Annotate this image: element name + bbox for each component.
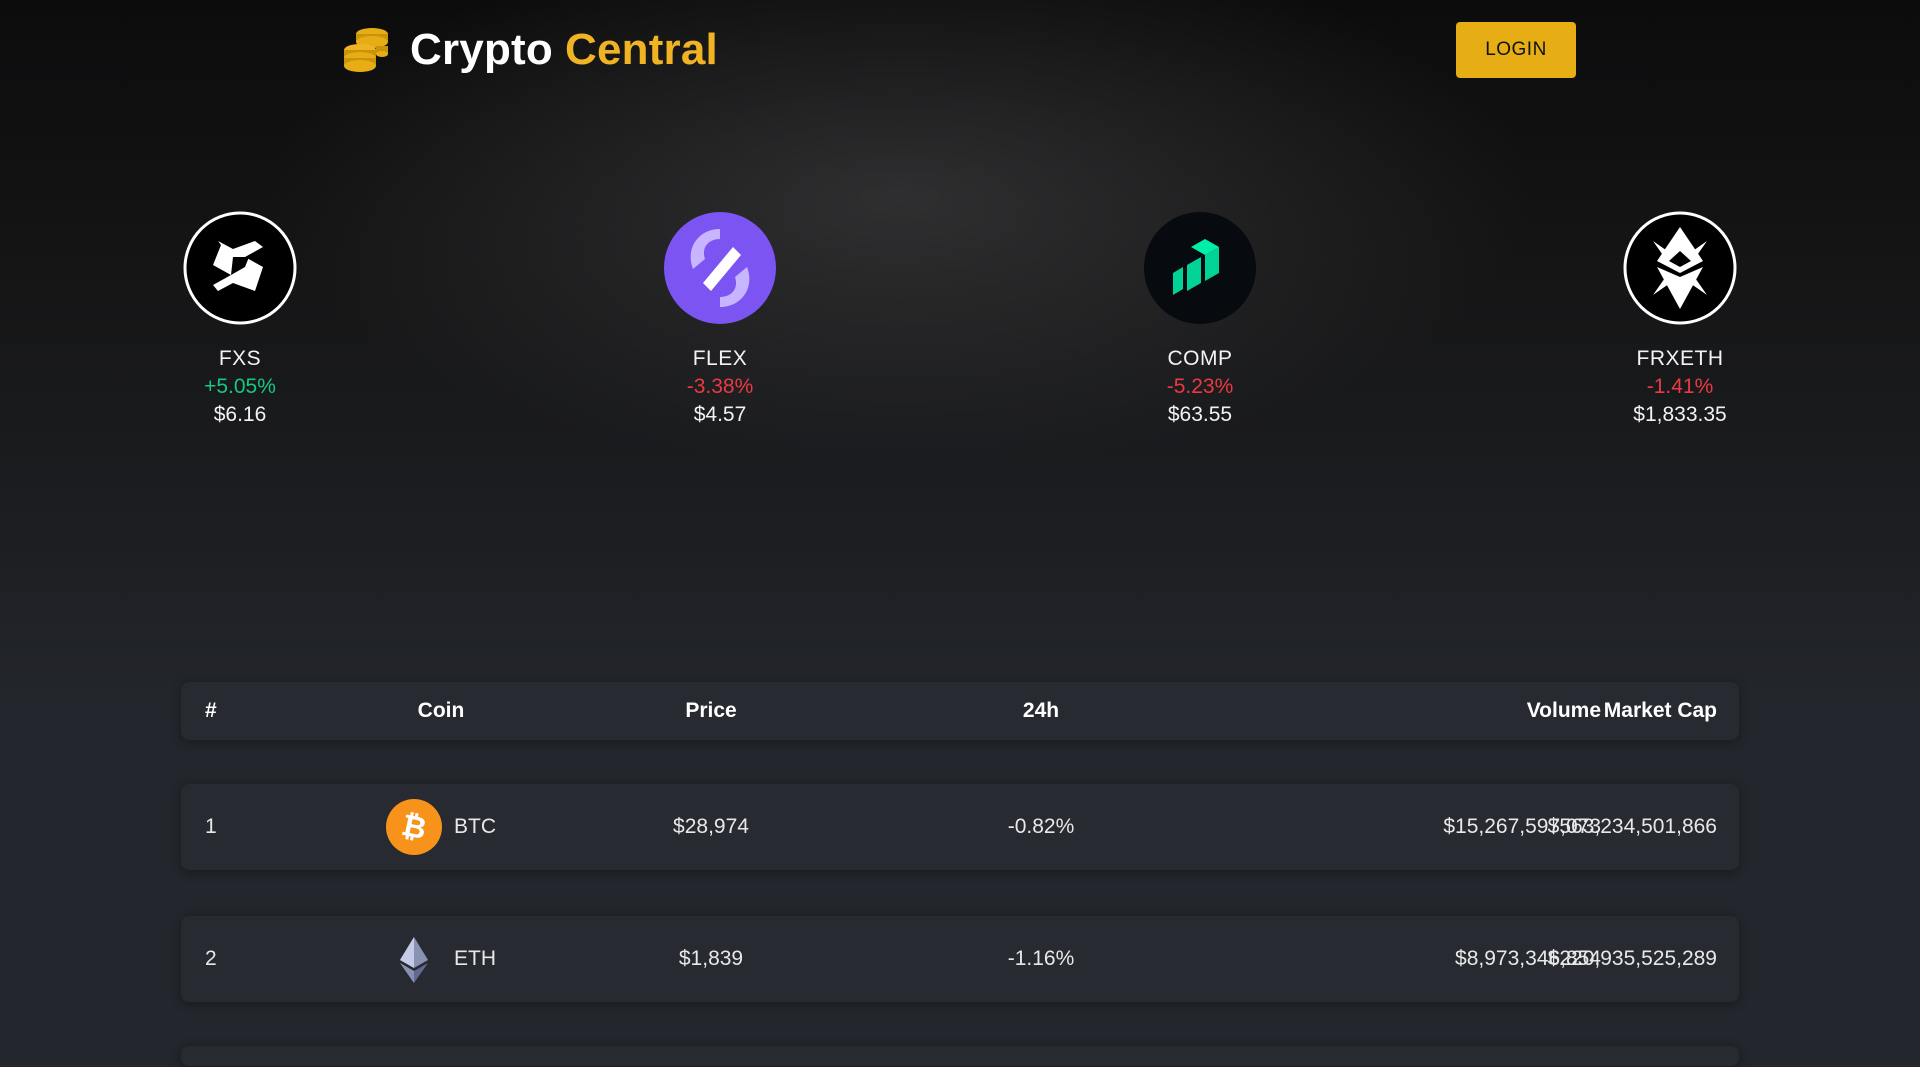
trending-coin-card-fxs[interactable]: FXS +5.05% $6.16 bbox=[140, 205, 340, 427]
compound-icon bbox=[1143, 211, 1257, 325]
column-header-24h[interactable]: 24h bbox=[921, 682, 1161, 740]
coin-symbol: COMP bbox=[1167, 347, 1233, 370]
login-button[interactable]: LOGIN bbox=[1456, 22, 1576, 78]
market-table: # Coin Price 24h Volume Market Cap 1 ₿ B… bbox=[181, 682, 1739, 1066]
coin-price: $1,833.35 bbox=[1633, 403, 1727, 426]
table-row-partial[interactable] bbox=[181, 1046, 1739, 1066]
coin-price: $4.57 bbox=[693, 403, 747, 426]
coin-symbol: FRXETH bbox=[1636, 347, 1724, 370]
coin-change: -3.38% bbox=[686, 375, 754, 398]
row-coin-symbol: BTC bbox=[454, 815, 496, 838]
row-coin-symbol: ETH bbox=[454, 947, 496, 970]
row-volume: $8,973,346,854 bbox=[1455, 947, 1601, 970]
column-header-rank[interactable]: # bbox=[205, 682, 217, 740]
row-change-24h: -1.16% bbox=[1007, 947, 1075, 970]
column-header-market-cap[interactable]: Market Cap bbox=[1604, 682, 1717, 740]
frax-ether-icon bbox=[1623, 211, 1737, 325]
row-market-cap: $220,935,525,289 bbox=[1547, 947, 1717, 970]
brand-name-part1: Crypto bbox=[410, 25, 553, 74]
row-volume: $15,267,597,073 bbox=[1443, 815, 1601, 838]
table-header: # Coin Price 24h Volume Market Cap bbox=[181, 682, 1739, 740]
brand-logo-link[interactable]: Crypto Central bbox=[340, 24, 718, 76]
trending-coin-card-flex[interactable]: FLEX -3.38% $4.57 bbox=[620, 205, 820, 427]
coin-price: $63.55 bbox=[1167, 403, 1233, 426]
row-market-cap: $563,234,501,866 bbox=[1547, 815, 1717, 838]
row-price: $28,974 bbox=[673, 815, 749, 838]
table-row[interactable]: 2 ETH $1,839 -1.16% $8,973,346,854 $220,… bbox=[181, 916, 1739, 1002]
row-price: $1,839 bbox=[678, 947, 744, 970]
coin-price: $6.16 bbox=[213, 403, 267, 426]
column-header-coin[interactable]: Coin bbox=[361, 682, 521, 740]
coin-change: +5.05% bbox=[204, 375, 276, 398]
table-row[interactable]: 1 ₿ BTC $28,974 -0.82% $15,267,597,073 $… bbox=[181, 784, 1739, 870]
coin-symbol: FLEX bbox=[692, 347, 748, 370]
trending-coins-carousel: FXS +5.05% $6.16 FLEX -3.38% $4.57 COMP … bbox=[0, 205, 1920, 445]
brand-name-part2: Central bbox=[564, 25, 718, 74]
coin-symbol: FXS bbox=[218, 347, 262, 370]
bitcoin-icon: ₿ bbox=[386, 799, 442, 855]
row-change-24h: -0.82% bbox=[1007, 815, 1075, 838]
row-coin: ETH bbox=[361, 916, 521, 1002]
row-coin: ₿ BTC bbox=[361, 784, 521, 870]
column-header-volume[interactable]: Volume bbox=[1201, 682, 1601, 740]
trending-coin-card-comp[interactable]: COMP -5.23% $63.55 bbox=[1100, 205, 1300, 427]
row-rank: 1 bbox=[205, 815, 217, 838]
flex-icon bbox=[663, 211, 777, 325]
row-rank: 2 bbox=[205, 947, 217, 970]
frax-share-icon bbox=[183, 211, 297, 325]
trending-coin-card-frxeth[interactable]: FRXETH -1.41% $1,833.35 bbox=[1580, 205, 1780, 427]
ethereum-icon bbox=[400, 937, 428, 983]
top-navbar: Crypto Central LOGIN bbox=[0, 0, 1920, 100]
coin-change: -1.41% bbox=[1646, 375, 1714, 398]
column-header-price[interactable]: Price bbox=[611, 682, 811, 740]
coin-change: -5.23% bbox=[1166, 375, 1234, 398]
coins-stack-icon bbox=[344, 28, 388, 72]
